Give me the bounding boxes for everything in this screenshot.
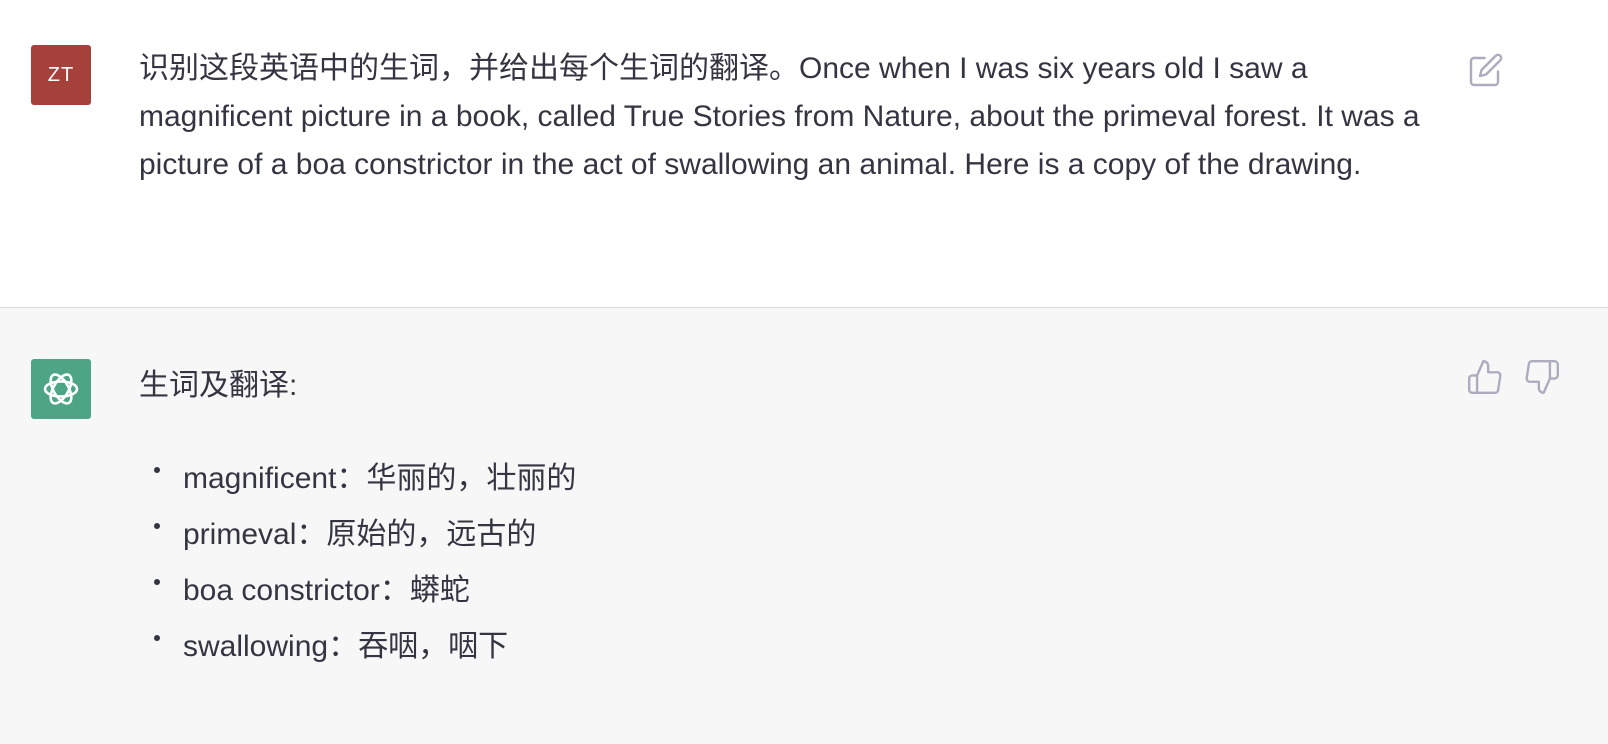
assistant-avatar xyxy=(31,359,91,419)
translation: 华丽的，壮丽的 xyxy=(366,462,577,495)
separator: ： xyxy=(336,462,367,495)
vocabulary-list: magnificent：华丽的，壮丽的 primeval：原始的，远古的 boa… xyxy=(139,451,576,675)
openai-logo-icon xyxy=(43,373,79,405)
edit-message-button[interactable] xyxy=(1468,52,1504,88)
thumbs-up-icon xyxy=(1467,359,1502,395)
bullet-icon xyxy=(154,635,160,641)
term: primeval xyxy=(183,518,297,551)
term: swallowing xyxy=(183,630,329,663)
user-message-text: 识别这段英语中的生词，并给出每个生词的翻译。Once when I was si… xyxy=(139,52,1420,181)
translation: 原始的，远古的 xyxy=(326,518,537,551)
user-avatar: ZT xyxy=(31,45,91,105)
thumbs-down-button[interactable] xyxy=(1523,358,1561,396)
list-item: boa constrictor：蟒蛇 xyxy=(139,563,576,619)
term: boa constrictor xyxy=(183,574,380,607)
translation: 吞咽，咽下 xyxy=(358,630,509,663)
assistant-heading: 生词及翻译: xyxy=(139,369,298,402)
user-avatar-initials: ZT xyxy=(47,63,75,86)
bullet-icon xyxy=(154,523,160,529)
separator: ： xyxy=(296,518,327,551)
separator: ： xyxy=(379,574,410,607)
list-item: swallowing：吞咽，咽下 xyxy=(139,619,576,675)
bullet-icon xyxy=(154,467,160,473)
list-item: magnificent：华丽的，壮丽的 xyxy=(139,451,576,507)
thumbs-up-button[interactable] xyxy=(1466,358,1504,396)
bullet-icon xyxy=(154,579,160,585)
term: magnificent xyxy=(183,462,337,495)
separator: ： xyxy=(328,630,359,663)
list-item: primeval：原始的，远古的 xyxy=(139,507,576,563)
edit-icon xyxy=(1469,53,1503,87)
translation: 蟒蛇 xyxy=(409,574,470,607)
user-message-row: ZT 识别这段英语中的生词，并给出每个生词的翻译。Once when I was… xyxy=(0,0,1608,308)
assistant-message-row: 生词及翻译: magnificent：华丽的，壮丽的 primeval：原始的，… xyxy=(0,308,1608,744)
thumbs-down-icon xyxy=(1525,359,1560,395)
